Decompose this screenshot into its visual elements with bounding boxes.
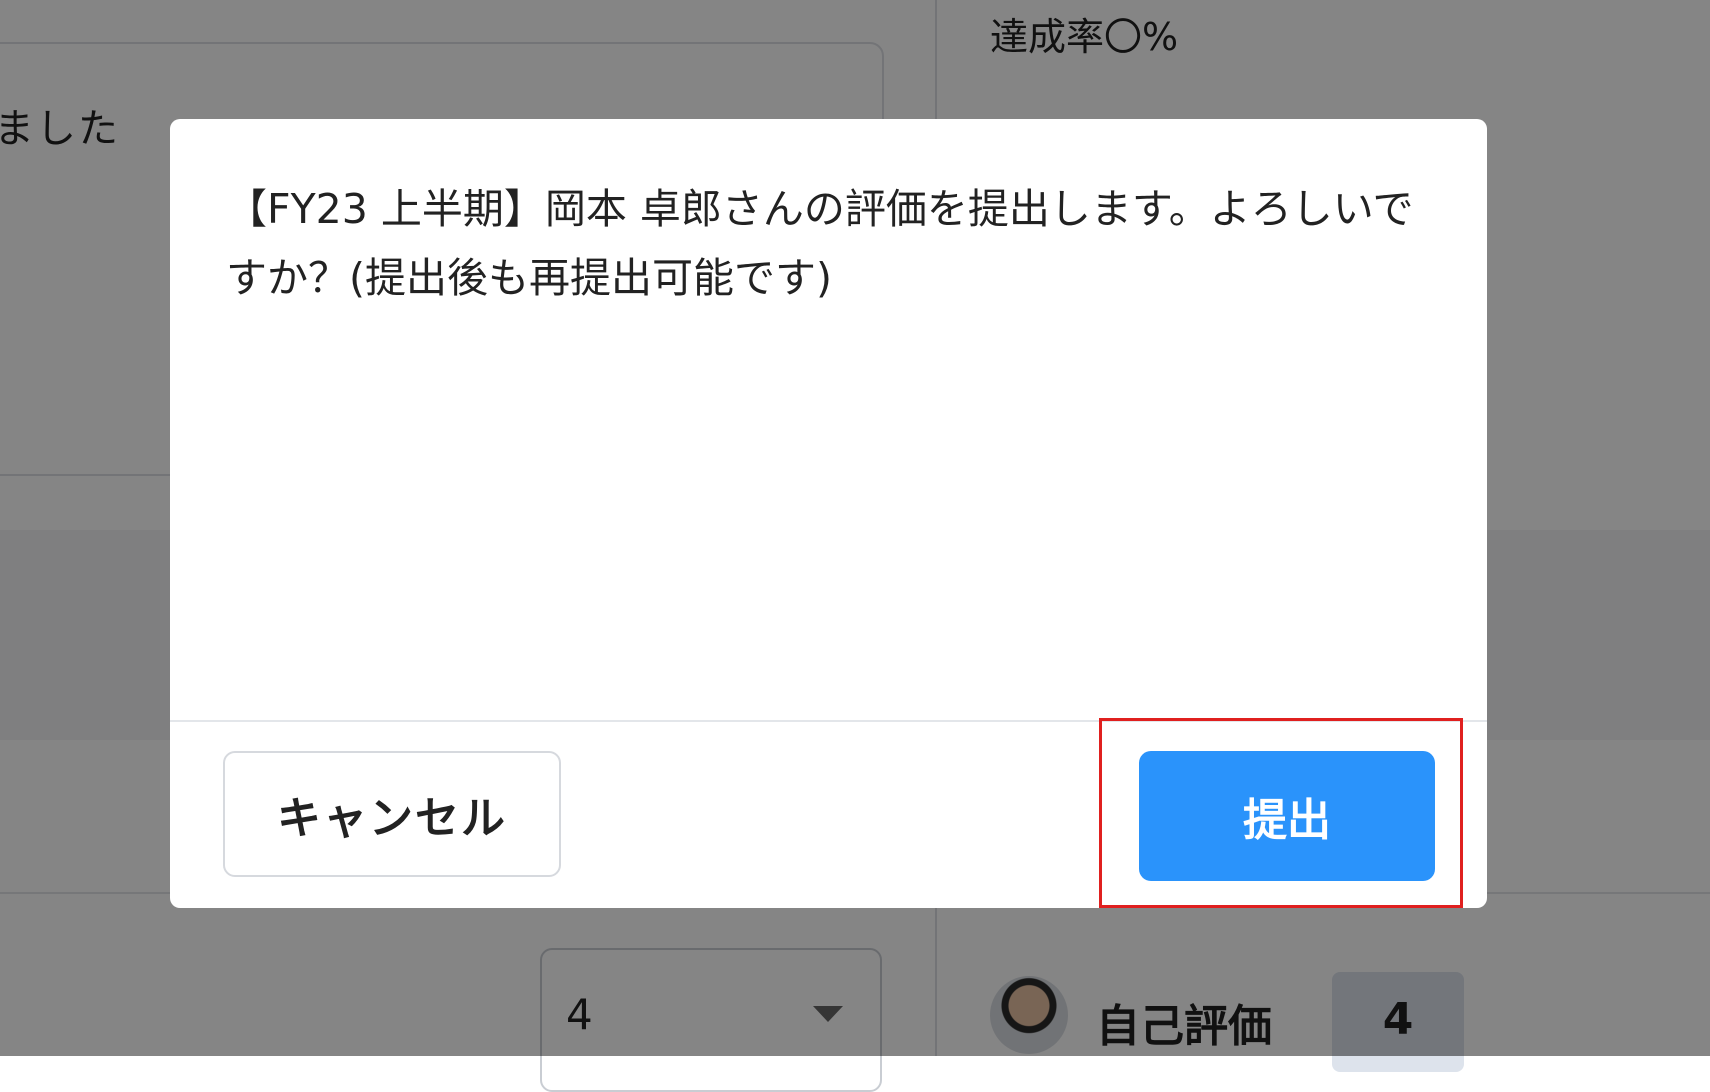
submit-highlight-box — [1099, 718, 1463, 908]
cancel-button[interactable]: キャンセル — [223, 751, 561, 877]
dialog-message: 【FY23 上半期】岡本 卓郎さんの評価を提出します。よろしいですか？(提出後も… — [226, 185, 1414, 302]
